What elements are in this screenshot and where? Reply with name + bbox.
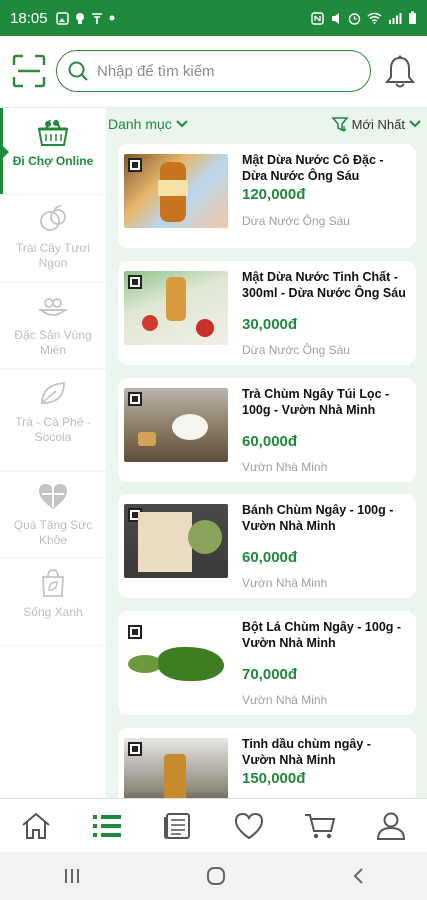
specialty-icon bbox=[38, 298, 68, 316]
home-icon bbox=[21, 812, 50, 839]
newspaper-icon bbox=[163, 812, 190, 839]
bottom-navigation bbox=[0, 798, 427, 852]
qr-scan-icon[interactable] bbox=[12, 54, 46, 88]
sidebar-item-di-cho-online[interactable]: Đi Chợ Online bbox=[0, 108, 106, 195]
sidebar-item-qua-tang[interactable]: Quà Tặng Sức Khỏe bbox=[0, 472, 106, 559]
dot-notification-icon bbox=[109, 15, 115, 21]
sidebar-item-label: Trái Cây Tươi Ngon bbox=[16, 241, 90, 270]
qr-code-icon bbox=[128, 742, 142, 756]
user-icon bbox=[377, 812, 406, 840]
sidebar-item-trai-cay[interactable]: Trái Cây Tươi Ngon bbox=[0, 195, 106, 282]
fruit-icon bbox=[40, 205, 66, 231]
search-icon bbox=[68, 61, 88, 81]
product-price: 30,000đ bbox=[242, 316, 298, 333]
product-card[interactable]: Mật Dừa Nước Tinh Chất - 300ml - Dừa Nướ… bbox=[118, 261, 416, 365]
list-icon bbox=[92, 814, 121, 837]
product-shop: Dừa Nước Ông Sáu bbox=[242, 343, 350, 357]
product-image bbox=[124, 504, 228, 578]
product-image bbox=[124, 388, 228, 462]
product-price: 60,000đ bbox=[242, 433, 298, 450]
category-sidebar: Đi Chợ Online Trái Cây Tươi Ngon Đặc Sản… bbox=[0, 108, 106, 798]
sort-dropdown[interactable]: Mới Nhất bbox=[331, 116, 421, 132]
product-shop: Vườn Nhà Minh bbox=[242, 693, 328, 707]
tea-leaf-icon bbox=[41, 382, 65, 404]
sidebar-item-label: Quà Tặng Sức Khỏe bbox=[13, 518, 93, 547]
nav-categories[interactable] bbox=[87, 806, 127, 846]
product-price: 120,000đ bbox=[242, 186, 306, 203]
system-navigation-bar bbox=[0, 852, 427, 900]
status-time: 18:05 bbox=[10, 9, 48, 27]
product-name: Tinh dầu chùm ngây - Vườn Nhà Minh bbox=[242, 737, 371, 767]
sort-label: Mới Nhất bbox=[351, 116, 405, 132]
sidebar-item-song-xanh[interactable]: Sống Xanh bbox=[0, 559, 106, 646]
nfc-icon bbox=[311, 11, 324, 25]
product-list-area: Danh mục Mới Nhất Mật Dừa Nước Cô Đặc - … bbox=[106, 108, 427, 798]
product-card[interactable]: Mật Dừa Nước Cô Đặc - Dừa Nước Ông Sáu 1… bbox=[118, 144, 416, 248]
mute-icon bbox=[332, 12, 339, 24]
product-price: 150,000đ bbox=[242, 770, 306, 787]
product-shop: Vườn Nhà Minh bbox=[242, 460, 328, 474]
product-card[interactable]: Bột Lá Chùm Ngây - 100g - Vườn Nhà Minh … bbox=[118, 611, 416, 715]
battery-icon bbox=[409, 11, 416, 24]
heart-icon bbox=[235, 812, 264, 839]
product-price: 70,000đ bbox=[242, 666, 298, 683]
nav-cart[interactable] bbox=[300, 806, 340, 846]
signal-icon bbox=[389, 13, 402, 24]
product-name: Mật Dừa Nước Tinh Chất - 300ml - Dừa Nướ… bbox=[242, 270, 406, 300]
product-name: Mật Dừa Nước Cô Đặc - Dừa Nước Ông Sáu bbox=[242, 153, 384, 183]
gift-heart-icon bbox=[39, 484, 67, 509]
chevron-down-icon bbox=[409, 120, 421, 128]
qr-code-icon bbox=[128, 625, 142, 639]
antenna-notification-icon bbox=[91, 12, 102, 24]
nav-account[interactable] bbox=[371, 806, 411, 846]
search-header bbox=[0, 36, 427, 108]
category-filter-dropdown[interactable]: Danh mục bbox=[108, 116, 188, 132]
product-card[interactable]: Tinh dầu chùm ngây - Vườn Nhà Minh 150,0… bbox=[118, 728, 416, 798]
cart-icon bbox=[305, 813, 336, 838]
sidebar-item-label: Sống Xanh bbox=[23, 605, 83, 619]
sort-filter-icon bbox=[331, 117, 348, 132]
basket-icon bbox=[37, 119, 69, 146]
category-filter-label: Danh mục bbox=[108, 116, 172, 132]
qr-code-icon bbox=[128, 392, 142, 406]
product-name: Trà Chùm Ngây Túi Lọc - 100g - Vườn Nhà … bbox=[242, 387, 390, 417]
qr-code-icon bbox=[128, 275, 142, 289]
product-image bbox=[124, 271, 228, 345]
recent-apps-icon[interactable] bbox=[62, 867, 82, 885]
search-input[interactable] bbox=[97, 62, 337, 80]
alarm-icon bbox=[348, 12, 361, 25]
status-bar: 18:05 bbox=[0, 0, 427, 36]
product-card[interactable]: Bánh Chùm Ngây - 100g - Vườn Nhà Minh 60… bbox=[118, 494, 416, 598]
product-name: Bột Lá Chùm Ngây - 100g - Vườn Nhà Minh bbox=[242, 620, 402, 650]
notification-bell-icon[interactable] bbox=[383, 54, 417, 90]
qr-code-icon bbox=[128, 158, 142, 172]
product-name: Bánh Chùm Ngây - 100g - Vườn Nhà Minh bbox=[242, 503, 394, 533]
product-price: 60,000đ bbox=[242, 549, 298, 566]
sidebar-item-label: Trà - Cà Phê - Socola bbox=[15, 415, 91, 444]
product-image bbox=[124, 738, 228, 798]
product-card[interactable]: Trà Chùm Ngây Túi Lọc - 100g - Vườn Nhà … bbox=[118, 378, 416, 482]
nav-home[interactable] bbox=[16, 806, 56, 846]
wifi-icon bbox=[367, 12, 382, 24]
home-button-icon[interactable] bbox=[206, 866, 226, 886]
back-icon[interactable] bbox=[351, 867, 365, 885]
product-image bbox=[124, 154, 228, 228]
sidebar-item-dac-san[interactable]: Đặc Sản Vùng Miền bbox=[0, 282, 106, 369]
chevron-down-icon bbox=[176, 120, 188, 128]
bulb-notification-icon bbox=[75, 12, 84, 24]
sidebar-item-label: Đi Chợ Online bbox=[12, 154, 94, 168]
filter-bar: Danh mục Mới Nhất bbox=[106, 108, 427, 140]
nav-favorites[interactable] bbox=[229, 806, 269, 846]
image-notification-icon bbox=[55, 11, 69, 25]
product-shop: Dừa Nước Ông Sáu bbox=[242, 214, 350, 228]
product-shop: Vườn Nhà Minh bbox=[242, 576, 328, 590]
search-box[interactable] bbox=[56, 50, 371, 92]
nav-news[interactable] bbox=[158, 806, 198, 846]
product-image bbox=[124, 621, 228, 695]
sidebar-item-label: Đặc Sản Vùng Miền bbox=[14, 328, 92, 357]
green-bag-icon bbox=[42, 569, 64, 597]
sidebar-item-tra-ca-phe[interactable]: Trà - Cà Phê - Socola bbox=[0, 369, 106, 472]
